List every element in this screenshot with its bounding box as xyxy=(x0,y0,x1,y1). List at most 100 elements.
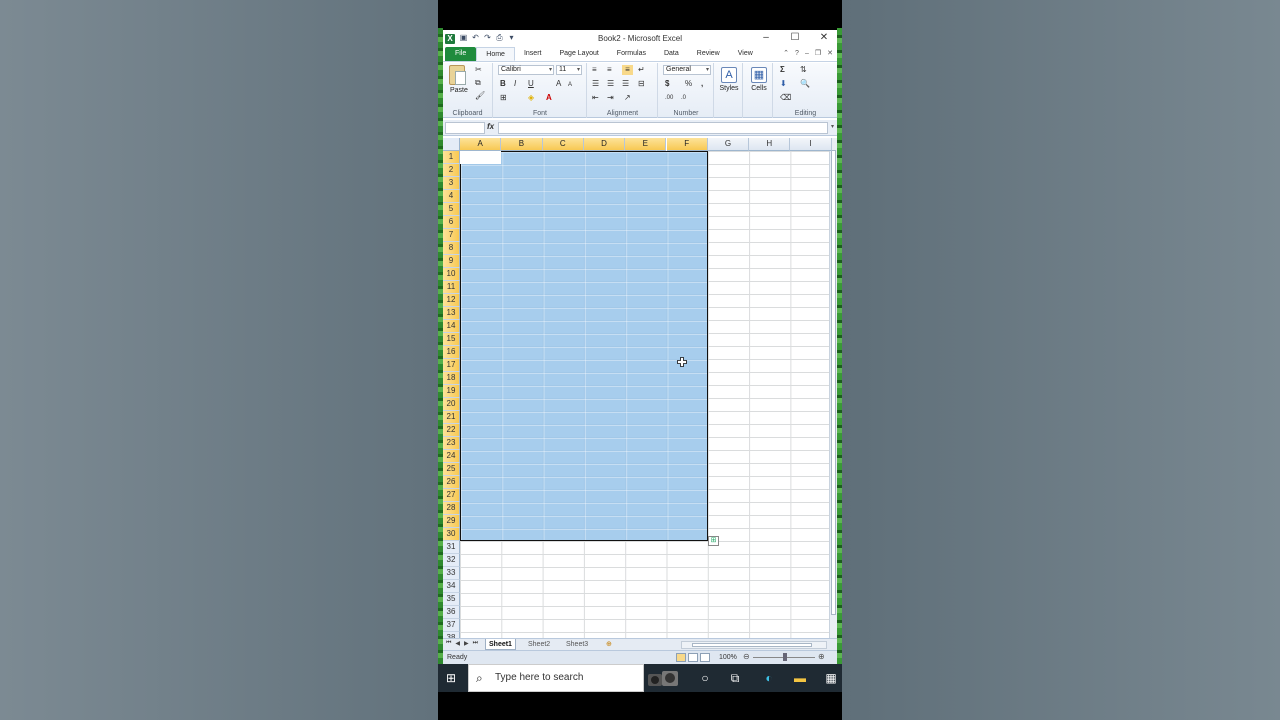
column-header-f[interactable]: F xyxy=(666,138,708,151)
last-sheet-icon[interactable]: ⏭ xyxy=(473,640,478,647)
increase-decimal-icon[interactable]: .00 xyxy=(665,93,673,103)
sheet-tab-sheet3[interactable]: Sheet3 xyxy=(563,639,591,650)
row-header-35[interactable]: 35 xyxy=(443,593,460,606)
zoom-level[interactable]: 100% xyxy=(719,654,737,661)
comma-button[interactable]: , xyxy=(701,79,703,89)
merge-center-icon[interactable]: ⊟ xyxy=(638,79,645,89)
number-format-select[interactable]: General xyxy=(663,65,711,75)
bold-button[interactable]: B xyxy=(500,79,506,89)
help-icon[interactable]: ? xyxy=(795,47,799,61)
align-center-icon[interactable]: ☰ xyxy=(607,79,614,89)
tab-file[interactable]: File xyxy=(445,47,477,61)
tab-data[interactable]: Data xyxy=(655,47,688,61)
windows-start-icon[interactable]: ⊞ xyxy=(446,671,456,685)
row-header-8[interactable]: 8 xyxy=(443,242,460,255)
horizontal-scrollbar[interactable] xyxy=(681,641,827,649)
row-header-16[interactable]: 16 xyxy=(443,346,460,359)
first-sheet-icon[interactable]: ⏮ xyxy=(446,640,451,647)
column-header-e[interactable]: E xyxy=(625,138,667,151)
cortana-icon[interactable]: ○ xyxy=(697,670,713,686)
tab-page-layout[interactable]: Page Layout xyxy=(550,47,607,61)
grow-font-icon[interactable]: A xyxy=(556,79,561,89)
row-header-36[interactable]: 36 xyxy=(443,606,460,619)
vertical-scrollbar[interactable] xyxy=(829,138,837,638)
align-bottom-icon[interactable]: ≡ xyxy=(622,65,633,75)
copy-icon[interactable]: ⧉ xyxy=(475,78,481,88)
cell-selection-range[interactable] xyxy=(460,151,708,541)
decrease-decimal-icon[interactable]: .0 xyxy=(681,93,686,103)
row-header-5[interactable]: 5 xyxy=(443,203,460,216)
row-header-32[interactable]: 32 xyxy=(443,554,460,567)
row-header-27[interactable]: 27 xyxy=(443,489,460,502)
styles-button[interactable]: A Styles xyxy=(716,65,742,105)
page-break-view-icon[interactable] xyxy=(700,653,710,662)
paste-icon[interactable] xyxy=(449,65,466,85)
row-header-18[interactable]: 18 xyxy=(443,372,460,385)
font-color-icon[interactable]: A xyxy=(546,93,552,103)
tab-formulas[interactable]: Formulas xyxy=(608,47,655,61)
shrink-font-icon[interactable]: A xyxy=(568,80,572,90)
taskbar-search-box[interactable]: ⌕ Type here to search xyxy=(468,664,644,692)
row-header-25[interactable]: 25 xyxy=(443,463,460,476)
fill-color-icon[interactable]: ◈ xyxy=(528,93,534,103)
row-header-13[interactable]: 13 xyxy=(443,307,460,320)
font-size-select[interactable]: 11 xyxy=(556,65,582,75)
zoom-slider-knob[interactable] xyxy=(783,653,787,661)
row-header-21[interactable]: 21 xyxy=(443,411,460,424)
tab-home[interactable]: Home xyxy=(476,47,515,61)
workbook-restore-icon[interactable]: ❐ xyxy=(815,47,821,61)
cut-icon[interactable]: ✂ xyxy=(475,65,482,75)
row-header-24[interactable]: 24 xyxy=(443,450,460,463)
minimize-icon[interactable]: – xyxy=(759,32,773,43)
row-header-23[interactable]: 23 xyxy=(443,437,460,450)
row-header-10[interactable]: 10 xyxy=(443,268,460,281)
normal-view-icon[interactable] xyxy=(676,653,686,662)
page-layout-view-icon[interactable] xyxy=(688,653,698,662)
column-header-b[interactable]: B xyxy=(501,138,543,151)
fill-icon[interactable]: ⬇ xyxy=(780,79,787,89)
maximize-icon[interactable]: ☐ xyxy=(788,32,802,43)
row-header-17[interactable]: 17 xyxy=(443,359,460,372)
paste-button-label[interactable]: Paste xyxy=(450,87,468,94)
row-header-2[interactable]: 2 xyxy=(443,164,460,177)
insert-function-icon[interactable]: fx xyxy=(487,122,497,131)
align-right-icon[interactable]: ☰ xyxy=(622,79,629,89)
column-header-d[interactable]: D xyxy=(583,138,626,151)
row-header-12[interactable]: 12 xyxy=(443,294,460,307)
workbook-close-icon[interactable]: ✕ xyxy=(827,47,833,61)
minimize-ribbon-icon[interactable]: ⌃ xyxy=(783,47,789,61)
row-header-37[interactable]: 37 xyxy=(443,619,460,632)
insert-sheet-icon[interactable]: ⊕ xyxy=(603,639,615,650)
row-header-33[interactable]: 33 xyxy=(443,567,460,580)
borders-icon[interactable]: ⊞ xyxy=(500,93,507,103)
active-cell-a1[interactable] xyxy=(460,151,501,164)
row-header-34[interactable]: 34 xyxy=(443,580,460,593)
align-top-icon[interactable]: ≡ xyxy=(592,65,597,75)
row-header-15[interactable]: 15 xyxy=(443,333,460,346)
align-left-icon[interactable]: ☰ xyxy=(592,79,599,89)
row-header-26[interactable]: 26 xyxy=(443,476,460,489)
find-select-icon[interactable]: 🔍 xyxy=(800,79,810,89)
wrap-text-icon[interactable]: ↵ xyxy=(638,65,645,75)
prev-sheet-icon[interactable]: ◀ xyxy=(455,640,460,647)
align-middle-icon[interactable]: ≡ xyxy=(607,65,612,75)
row-header-3[interactable]: 3 xyxy=(443,177,460,190)
workbook-minimize-icon[interactable]: – xyxy=(805,47,809,61)
row-header-14[interactable]: 14 xyxy=(443,320,460,333)
zoom-out-icon[interactable]: ⊖ xyxy=(743,652,750,661)
tab-insert[interactable]: Insert xyxy=(515,47,551,61)
formula-input[interactable] xyxy=(498,122,828,134)
horizontal-scroll-thumb[interactable] xyxy=(692,643,812,647)
underline-button[interactable]: U xyxy=(528,79,534,89)
next-sheet-icon[interactable]: ▶ xyxy=(464,640,469,647)
zoom-in-icon[interactable]: ⊕ xyxy=(818,652,825,661)
percent-button[interactable]: % xyxy=(685,79,692,89)
column-header-h[interactable]: H xyxy=(749,138,791,151)
row-header-28[interactable]: 28 xyxy=(443,502,460,515)
close-icon[interactable]: ✕ xyxy=(817,32,831,43)
sheet-tab-sheet1[interactable]: Sheet1 xyxy=(485,639,516,650)
format-painter-icon[interactable]: 🖌 xyxy=(475,91,485,101)
tab-review[interactable]: Review xyxy=(688,47,729,61)
decrease-indent-icon[interactable]: ⇤ xyxy=(592,93,599,103)
row-header-20[interactable]: 20 xyxy=(443,398,460,411)
